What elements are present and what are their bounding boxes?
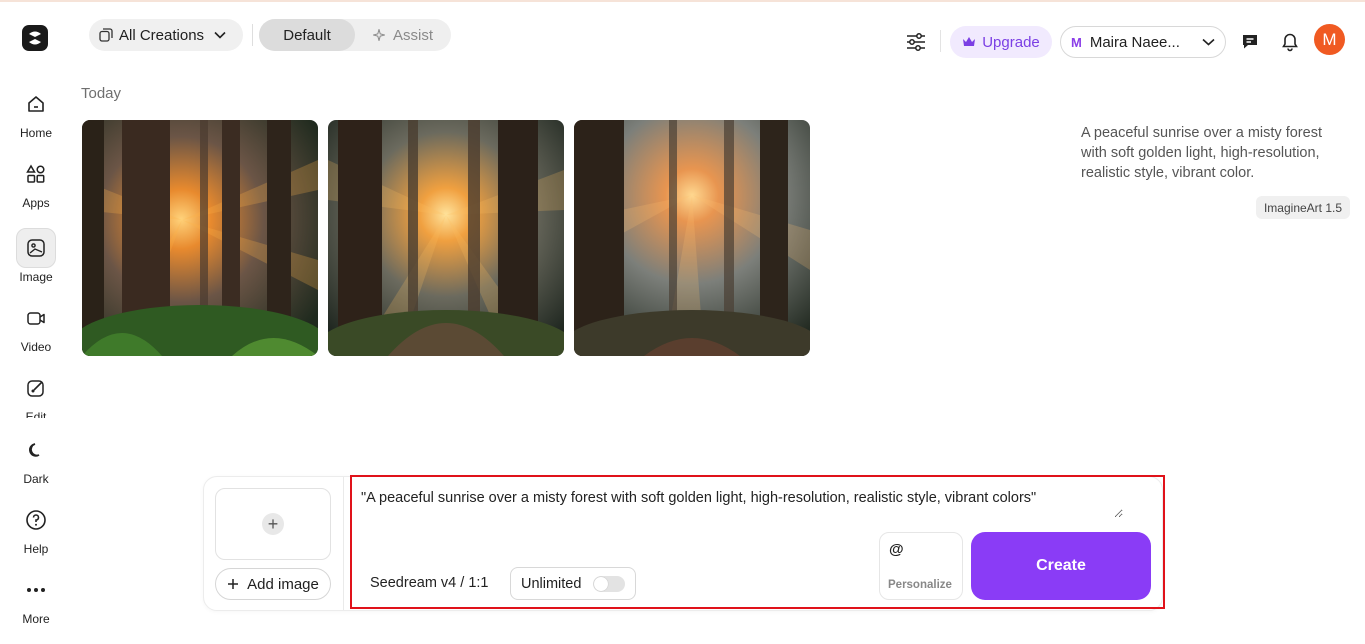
section-title: Today [81, 85, 122, 102]
chevron-down-icon [214, 31, 226, 39]
sidebar-item-label: Home [19, 126, 52, 140]
apps-icon [16, 154, 56, 194]
sparkle-icon [372, 29, 385, 41]
generated-image-3[interactable] [574, 120, 810, 356]
help-icon [16, 500, 56, 540]
sidebar-item-apps[interactable]: Apps [0, 154, 72, 210]
generated-image-1[interactable] [82, 120, 318, 356]
sidebar-item-edit[interactable]: Edit [0, 378, 72, 418]
composer-divider [343, 477, 344, 610]
tab-assist-label: Assist [392, 26, 433, 44]
highlight-box [350, 475, 1165, 609]
sidebar-item-label: Dark [23, 472, 49, 486]
plus-icon: + [262, 513, 284, 535]
image-icon [16, 228, 56, 268]
more-icon [16, 570, 56, 610]
sidebar-item-label: Image [19, 270, 53, 284]
header-divider [940, 30, 941, 52]
chevron-down-icon [1202, 38, 1215, 46]
account-dropdown[interactable]: M Maira Naee... [1060, 26, 1226, 58]
generated-image-2[interactable] [328, 120, 564, 356]
all-creations-label: All Creations [119, 26, 205, 44]
image-upload-dropzone[interactable]: + [215, 488, 331, 560]
generation-prompt: A peaceful sunrise over a misty forest w… [1081, 125, 1322, 181]
moon-icon [16, 430, 56, 470]
avatar[interactable]: M [1314, 24, 1345, 55]
add-image-label: Add image [247, 575, 319, 593]
sidebar-item-more[interactable]: More [0, 570, 72, 626]
add-image-button[interactable]: Add image [215, 568, 331, 600]
app-logo-icon[interactable] [22, 25, 48, 51]
sidebar-item-label: Edit [25, 410, 47, 418]
top-accent-line [0, 0, 1365, 2]
mode-switch: Default Assist [259, 19, 451, 51]
sidebar-item-video[interactable]: Video [0, 298, 72, 354]
sidebar-clip: Edit [0, 378, 72, 418]
sidebar-item-image[interactable]: Image [0, 228, 72, 284]
all-creations-dropdown[interactable]: All Creations [89, 19, 243, 51]
sidebar-item-dark[interactable]: Dark [0, 430, 72, 486]
model-badge: ImagineArt 1.5 [1256, 196, 1350, 219]
edit-icon [16, 378, 56, 408]
crown-icon [963, 37, 976, 46]
workspace-initial: M [1071, 34, 1082, 50]
header-divider [252, 24, 253, 46]
sidebar-item-label: Apps [22, 196, 50, 210]
sidebar-item-home[interactable]: Home [0, 84, 72, 140]
copy-icon [99, 28, 113, 42]
plus-icon [228, 579, 239, 589]
chat-icon[interactable] [1240, 32, 1260, 52]
tab-assist[interactable]: Assist [355, 19, 451, 51]
sidebar-item-label: Video [20, 340, 52, 354]
video-icon [16, 298, 56, 338]
sidebar-item-help[interactable]: Help [0, 500, 72, 556]
sidebar-item-label: Help [23, 542, 49, 556]
bell-icon[interactable] [1280, 32, 1300, 52]
settings-sliders-icon[interactable] [905, 31, 927, 53]
tab-default-label: Default [283, 26, 331, 44]
upgrade-button[interactable]: Upgrade [950, 26, 1052, 58]
account-name: Maira Naee... [1089, 33, 1180, 51]
upgrade-label: Upgrade [982, 33, 1040, 51]
sidebar-item-label: More [22, 612, 50, 626]
sidebar: Home Apps Image Video Edit Dark Help Mor… [0, 0, 72, 644]
home-icon [16, 84, 56, 124]
tab-default[interactable]: Default [259, 19, 355, 51]
